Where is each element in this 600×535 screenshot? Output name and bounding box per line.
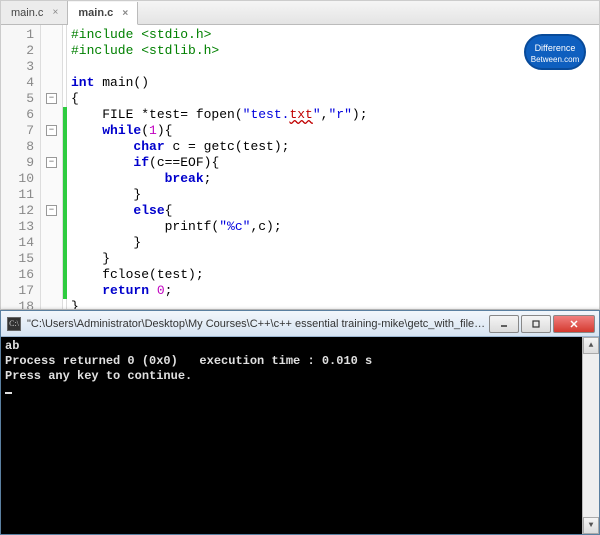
tab-close-icon[interactable]: ×	[119, 7, 131, 19]
tab-label: main.c	[78, 7, 113, 19]
line-number: 12	[1, 203, 34, 219]
fold-toggle-icon[interactable]: −	[46, 93, 57, 104]
close-icon	[569, 319, 579, 329]
maximize-button[interactable]	[521, 315, 551, 333]
console-output[interactable]: ab Process returned 0 (0x0) execution ti…	[1, 337, 582, 534]
line-number: 6	[1, 107, 34, 123]
code-line[interactable]: int main()	[71, 75, 599, 91]
change-marker	[63, 107, 67, 299]
line-number: 9	[1, 155, 34, 171]
code-line[interactable]: char c = getc(test);	[71, 139, 599, 155]
code-line[interactable]	[71, 59, 599, 75]
code-line[interactable]: }	[71, 251, 599, 267]
fold-toggle-icon[interactable]: −	[46, 157, 57, 168]
scroll-up-button[interactable]: ▲	[583, 337, 599, 354]
cursor-icon	[5, 392, 12, 394]
console-window: C:\ "C:\Users\Administrator\Desktop\My C…	[0, 310, 600, 535]
code-line[interactable]: printf("%c",c);	[71, 219, 599, 235]
code-line[interactable]: return 0;	[71, 283, 599, 299]
code-line[interactable]: }	[71, 187, 599, 203]
code-line[interactable]: else{	[71, 203, 599, 219]
close-button[interactable]	[553, 315, 595, 333]
console-body: ab Process returned 0 (0x0) execution ti…	[1, 337, 599, 534]
code-line[interactable]: }	[71, 235, 599, 251]
code-line[interactable]: fclose(test);	[71, 267, 599, 283]
line-number: 16	[1, 267, 34, 283]
line-number: 2	[1, 43, 34, 59]
console-titlebar[interactable]: C:\ "C:\Users\Administrator\Desktop\My C…	[1, 311, 599, 337]
code-line[interactable]: {	[71, 91, 599, 107]
minimize-icon	[499, 319, 509, 329]
console-app-icon: C:\	[7, 317, 21, 331]
fold-toggle-icon[interactable]: −	[46, 205, 57, 216]
line-number: 8	[1, 139, 34, 155]
console-title: "C:\Users\Administrator\Desktop\My Cours…	[27, 318, 489, 330]
console-scrollbar[interactable]: ▲ ▼	[582, 337, 599, 534]
code-line[interactable]: while(1){	[71, 123, 599, 139]
tab-label: main.c	[11, 7, 43, 19]
code-line[interactable]: #include <stdlib.h>	[71, 43, 599, 59]
line-number: 3	[1, 59, 34, 75]
maximize-icon	[531, 319, 541, 329]
line-number: 17	[1, 283, 34, 299]
line-number: 1	[1, 27, 34, 43]
code-line[interactable]: FILE *test= fopen("test.txt","r");	[71, 107, 599, 123]
change-bar	[63, 25, 67, 309]
editor-tab[interactable]: main.c ×	[68, 2, 138, 25]
code-line[interactable]: if(c==EOF){	[71, 155, 599, 171]
watermark-badge: Difference Between.com	[524, 34, 586, 70]
fold-gutter: − − − −	[41, 25, 63, 309]
line-number: 14	[1, 235, 34, 251]
line-number-gutter: 123456789101112131415161718	[1, 25, 41, 309]
watermark-line2: Between.com	[526, 54, 584, 65]
line-number: 5	[1, 91, 34, 107]
line-number: 18	[1, 299, 34, 309]
code-line[interactable]: break;	[71, 171, 599, 187]
fold-toggle-icon[interactable]: −	[46, 125, 57, 136]
code-line[interactable]: }	[71, 299, 599, 309]
watermark-line1: Difference	[526, 43, 584, 54]
code-editor: main.c×main.c× 1234567891011121314151617…	[0, 0, 600, 310]
code-content[interactable]: #include <stdio.h>#include <stdlib.h> int…	[67, 25, 599, 309]
tab-bar: main.c × main.c ×	[1, 1, 599, 25]
line-number: 11	[1, 187, 34, 203]
line-number: 10	[1, 171, 34, 187]
line-number: 7	[1, 123, 34, 139]
window-buttons	[489, 315, 599, 333]
scroll-track[interactable]	[583, 354, 599, 517]
minimize-button[interactable]	[489, 315, 519, 333]
line-number: 15	[1, 251, 34, 267]
line-number: 13	[1, 219, 34, 235]
code-area: 123456789101112131415161718 −−−− #includ…	[1, 25, 599, 309]
tab-close-icon[interactable]: ×	[49, 7, 61, 19]
line-number: 4	[1, 75, 34, 91]
scroll-down-button[interactable]: ▼	[583, 517, 599, 534]
editor-tab[interactable]: main.c ×	[1, 1, 68, 24]
code-line[interactable]: #include <stdio.h>	[71, 27, 599, 43]
